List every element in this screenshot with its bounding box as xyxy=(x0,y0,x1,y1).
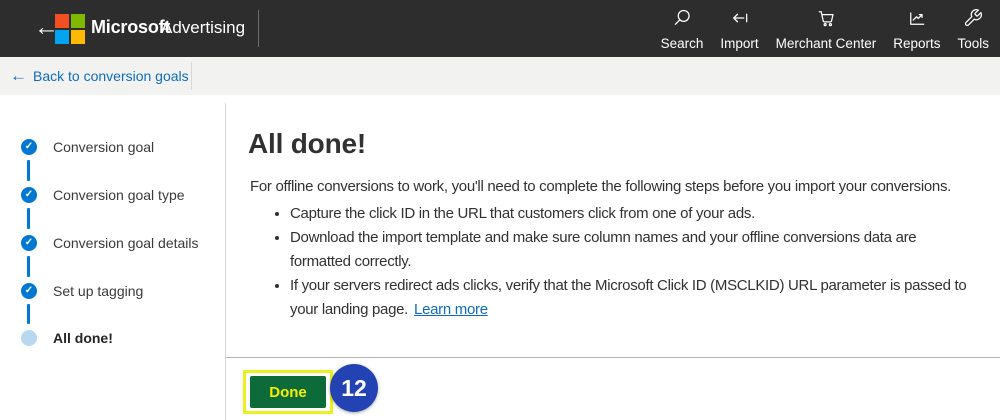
step-complete-icon: ✓ xyxy=(21,235,37,251)
subheader-divider xyxy=(191,62,192,90)
nav-label: Merchant Center xyxy=(775,36,877,51)
nav-search[interactable]: Search xyxy=(660,8,704,51)
step-conversion-goal[interactable]: ✓ Conversion goal xyxy=(21,138,154,156)
step-label: Set up tagging xyxy=(53,283,144,299)
check-icon: ✓ xyxy=(24,141,34,152)
bullet-text: If your servers redirect ads clicks, ver… xyxy=(290,277,967,318)
footer-divider xyxy=(226,357,1000,358)
microsoft-logo[interactable] xyxy=(55,14,85,44)
header-divider xyxy=(258,10,259,47)
nav-import[interactable]: Import xyxy=(720,8,759,51)
header-nav: Search Import Merchant Center Reports To… xyxy=(661,8,989,51)
learn-more-link[interactable]: Learn more xyxy=(414,301,488,318)
check-icon: ✓ xyxy=(24,237,34,248)
step-complete-icon: ✓ xyxy=(21,283,37,299)
top-header-bar: ← Microsoft Advertising Search Import Me… xyxy=(0,0,1000,57)
bullet-item: Download the import template and make su… xyxy=(290,226,974,274)
intro-text: For offline conversions to work, you'll … xyxy=(250,178,952,195)
import-icon xyxy=(730,8,750,33)
page-title: All done! xyxy=(248,128,366,159)
step-label: All done! xyxy=(53,330,113,346)
search-icon xyxy=(672,8,692,33)
bullet-item: Capture the click ID in the URL that cus… xyxy=(290,202,974,226)
steps-bullet-list: Capture the click ID in the URL that cus… xyxy=(268,202,974,322)
step-complete-icon: ✓ xyxy=(21,139,37,155)
nav-label: Import xyxy=(720,36,759,51)
back-arrow-icon: ← xyxy=(10,66,27,85)
tools-wrench-icon xyxy=(963,8,983,33)
nav-label: Tools xyxy=(957,36,989,51)
done-button[interactable]: Done xyxy=(250,376,326,408)
step-all-done[interactable]: All done! xyxy=(21,329,113,347)
step-current-icon xyxy=(21,330,37,346)
step-connector xyxy=(27,208,30,229)
step-conversion-goal-type[interactable]: ✓ Conversion goal type xyxy=(21,186,185,204)
sub-header-bar: ← Back to conversion goals xyxy=(0,57,1000,95)
step-connector xyxy=(27,256,30,277)
step-complete-icon: ✓ xyxy=(21,187,37,203)
nav-reports[interactable]: Reports xyxy=(893,8,940,51)
logo-square-blue xyxy=(55,30,69,44)
brand-advertising: Advertising xyxy=(161,18,246,37)
app-window: ← Microsoft Advertising Search Import Me… xyxy=(0,0,1000,420)
step-connector xyxy=(27,304,30,324)
annotation-step-badge: 12 xyxy=(330,364,378,412)
step-conversion-goal-details[interactable]: ✓ Conversion goal details xyxy=(21,234,199,252)
brand-microsoft: Microsoft xyxy=(91,17,171,37)
nav-label: Reports xyxy=(893,36,941,51)
step-label: Conversion goal xyxy=(53,139,155,155)
sidebar-divider xyxy=(225,103,226,420)
back-link-label: Back to conversion goals xyxy=(33,68,189,84)
logo-square-yellow xyxy=(71,30,85,44)
logo-square-red xyxy=(55,14,69,28)
step-set-up-tagging[interactable]: ✓ Set up tagging xyxy=(21,282,143,300)
step-connector xyxy=(27,160,30,181)
merchant-center-cart-icon xyxy=(816,8,836,33)
nav-merchant-center[interactable]: Merchant Center xyxy=(775,8,877,51)
back-to-conversion-goals-link[interactable]: ← Back to conversion goals xyxy=(10,57,189,95)
check-icon: ✓ xyxy=(24,189,34,200)
nav-tools[interactable]: Tools xyxy=(957,8,989,51)
bullet-item: If your servers redirect ads clicks, ver… xyxy=(290,274,974,322)
nav-label: Search xyxy=(660,36,704,51)
step-label: Conversion goal details xyxy=(53,235,199,251)
check-icon: ✓ xyxy=(24,285,34,296)
step-label: Conversion goal type xyxy=(53,187,185,203)
reports-chart-icon xyxy=(907,8,927,33)
logo-square-green xyxy=(71,14,85,28)
